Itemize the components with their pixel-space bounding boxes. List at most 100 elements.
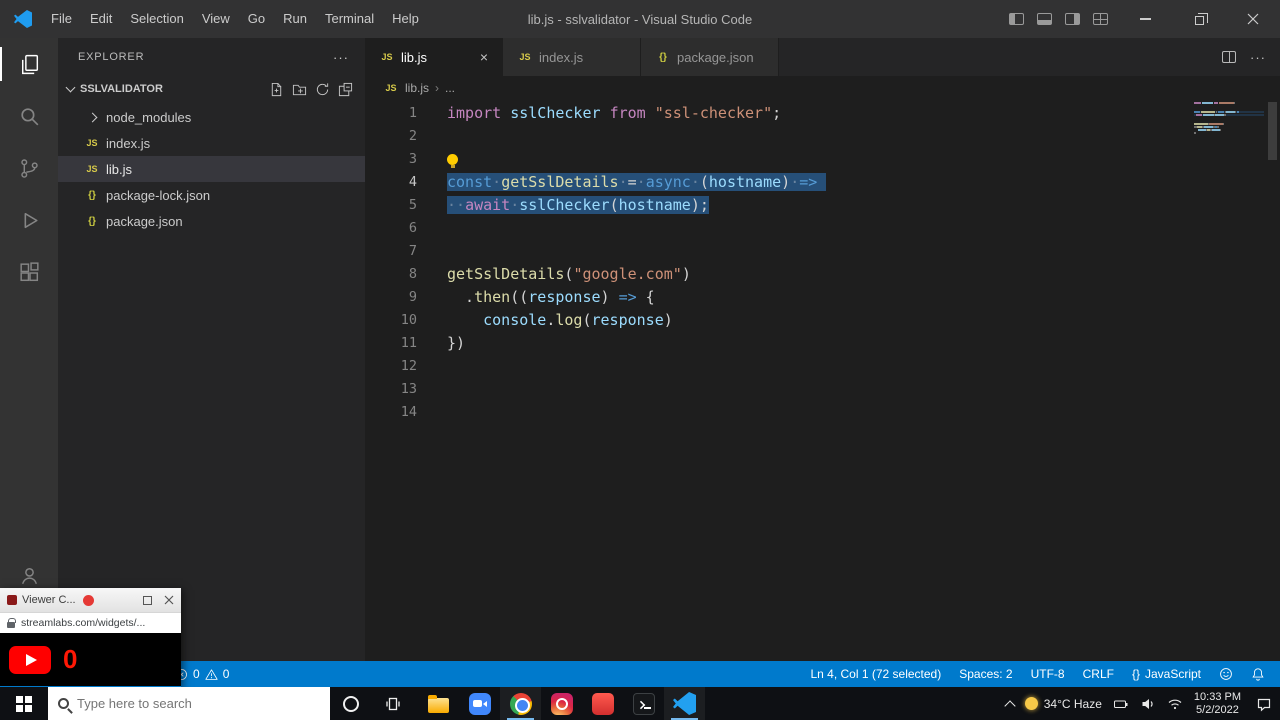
weather-widget[interactable]: 34°C Haze [1025,697,1102,711]
menu-go[interactable]: Go [239,6,274,32]
files-icon [17,52,42,77]
network-wifi-icon[interactable] [1167,696,1183,712]
toggle-panel-icon[interactable] [1037,13,1052,25]
code-line[interactable]: 7 [365,240,1190,263]
battery-icon[interactable] [1113,696,1129,712]
tree-item-index.js[interactable]: JSindex.js [58,130,365,156]
minimap[interactable] [1194,102,1264,144]
feedback-icon[interactable] [1210,667,1242,681]
sun-icon [1025,697,1038,710]
indentation-setting[interactable]: Spaces: 2 [950,667,1021,681]
code-line[interactable]: 9 .then((response) => { [365,286,1190,309]
activitybar-extensions[interactable] [0,246,58,298]
toggle-sidebar-icon[interactable] [1009,13,1024,25]
widget-url-bar[interactable]: streamlabs.com/widgets/... [0,612,181,633]
code-line[interactable]: 6 [365,217,1190,240]
tree-item-package-lock.json[interactable]: {}package-lock.json [58,182,365,208]
code-line[interactable]: 3 [365,148,1190,171]
encoding-setting[interactable]: UTF-8 [1022,667,1074,681]
editor-scrollbar[interactable] [1266,100,1280,661]
language-mode[interactable]: {} JavaScript [1123,667,1210,681]
taskbar-app-file-explorer[interactable] [418,687,459,720]
vscode-icon [673,692,696,715]
account-icon [17,563,42,588]
widget-restore-button[interactable] [143,596,152,605]
new-file-icon[interactable] [269,82,284,97]
code-line[interactable]: 1import sslChecker from "ssl-checker"; [365,102,1190,125]
code-line[interactable]: 14 [365,401,1190,424]
restore-button[interactable] [1172,0,1226,38]
toggle-secondary-sidebar-icon[interactable] [1065,13,1080,25]
recording-dot-icon [83,595,94,606]
widget-controls [143,595,174,605]
minimize-button[interactable] [1118,0,1172,38]
close-icon[interactable]: × [480,50,488,64]
activitybar-explorer[interactable] [0,38,58,90]
scrollbar-slider[interactable] [1268,102,1277,160]
notifications-bell-icon[interactable] [1242,667,1274,681]
taskbar-clock[interactable]: 10:33 PM 5/2/2022 [1194,691,1241,717]
minimap-line [1194,135,1264,137]
tab-index.js[interactable]: JSindex.js [503,38,641,76]
cursor-position[interactable]: Ln 4, Col 1 (72 selected) [801,667,950,681]
lightbulb-icon[interactable] [447,154,458,165]
activitybar-search[interactable] [0,90,58,142]
menu-edit[interactable]: Edit [81,6,121,32]
code-line[interactable]: 11}) [365,332,1190,355]
taskbar-app-zoom[interactable] [459,687,500,720]
chevron-right-icon: › [435,81,439,95]
folder-section-header[interactable]: SSLVALIDATOR [58,78,365,100]
code-line[interactable]: 12 [365,355,1190,378]
tree-item-package.json[interactable]: {}package.json [58,208,365,234]
code-line[interactable]: 13 [365,378,1190,401]
tree-item-node_modules[interactable]: node_modules [58,104,365,130]
taskbar-search[interactable] [48,687,330,720]
eol-setting[interactable]: CRLF [1074,667,1123,681]
close-button[interactable] [1226,0,1280,38]
editor-more-actions-icon[interactable]: ··· [1250,50,1266,65]
hidden-icons-chevron-icon[interactable] [1004,700,1015,711]
breadcrumb-file[interactable]: lib.js [405,81,429,95]
notification-icon [1256,696,1272,712]
volume-icon[interactable] [1140,696,1156,712]
widget-favicon [7,595,17,605]
taskbar-app-instagram[interactable] [541,687,582,720]
tab-package.json[interactable]: {}package.json [641,38,779,76]
menu-help[interactable]: Help [383,6,428,32]
breadcrumb-more[interactable]: ... [445,81,455,95]
taskbar-app-terminal[interactable] [623,687,664,720]
taskbar-app-chrome[interactable] [500,687,541,720]
tree-item-lib.js[interactable]: JSlib.js [58,156,365,182]
activitybar-source-control[interactable] [0,142,58,194]
taskbar-app-vscode[interactable] [664,687,705,720]
code-line[interactable]: 5··await·sslChecker(hostname); [365,194,1190,217]
action-center-button[interactable] [1252,696,1272,712]
code-line[interactable]: 4const·getSslDetails·=·async·(hostname)·… [365,171,1190,194]
code-text [417,240,447,263]
activitybar-run-debug[interactable] [0,194,58,246]
refresh-icon[interactable] [315,82,330,97]
search-input[interactable] [77,696,320,711]
tab-lib.js[interactable]: JSlib.js× [365,38,503,76]
widget-titlebar[interactable]: Viewer C... [0,588,181,612]
menu-file[interactable]: File [42,6,81,32]
code-line[interactable]: 10 console.log(response) [365,309,1190,332]
code-text [417,217,447,240]
new-folder-icon[interactable] [292,82,307,97]
customize-layout-icon[interactable] [1093,13,1108,25]
menu-terminal[interactable]: Terminal [316,6,383,32]
taskbar-app-red-app[interactable] [582,687,623,720]
task-view-button[interactable] [372,687,414,720]
collapse-all-icon[interactable] [338,82,353,97]
cortana-button[interactable] [330,687,372,720]
menu-run[interactable]: Run [274,6,316,32]
start-button[interactable] [0,687,48,720]
breadcrumb[interactable]: JS lib.js › ... [365,76,1280,100]
explorer-more-actions-icon[interactable]: ··· [333,50,349,65]
widget-close-button[interactable] [164,595,174,605]
menu-selection[interactable]: Selection [121,6,192,32]
menu-view[interactable]: View [193,6,239,32]
split-editor-icon[interactable] [1222,51,1236,63]
code-line[interactable]: 8getSslDetails("google.com") [365,263,1190,286]
code-line[interactable]: 2 [365,125,1190,148]
